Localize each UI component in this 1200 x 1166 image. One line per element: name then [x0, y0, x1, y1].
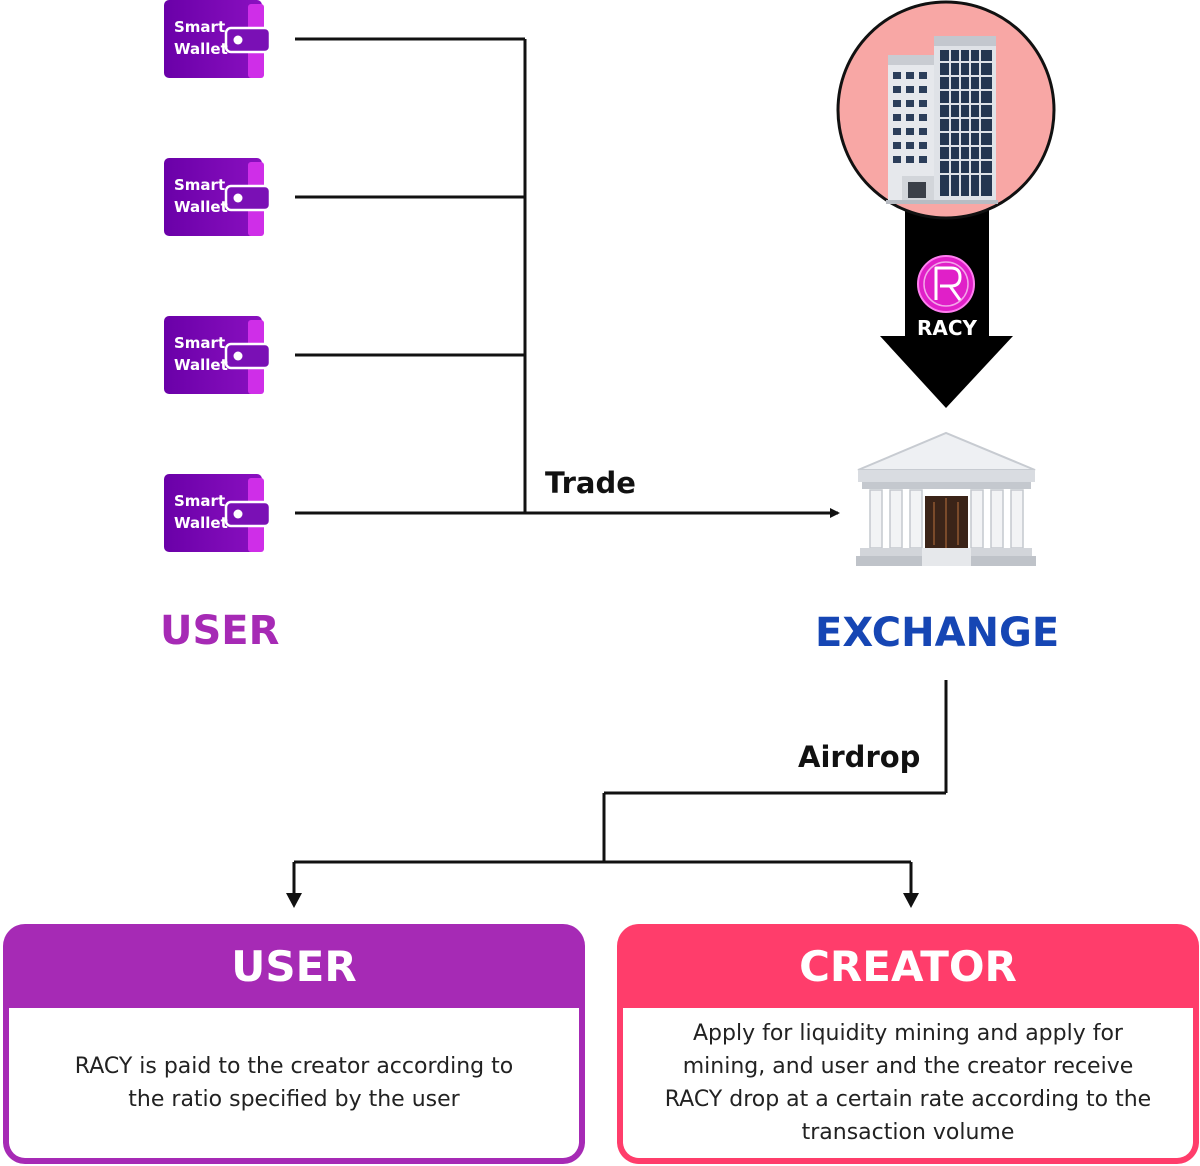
airdrop-connectors [286, 680, 948, 908]
user-card: USER RACY is paid to the creator accordi… [3, 924, 585, 1164]
wallet-2: Smart Wallet [164, 158, 272, 238]
airdrop-label: Airdrop [798, 740, 921, 774]
wallet-icon [164, 0, 272, 80]
wallet-4-line1: Smart [174, 492, 225, 510]
trade-connectors [295, 37, 840, 518]
wallet-1-line2: Wallet [174, 40, 228, 58]
user-branch-arrowhead [286, 893, 302, 908]
wallet-icon [164, 316, 272, 396]
creator-card: CREATOR Apply for liquidity mining and a… [617, 924, 1199, 1164]
airdrop-flow-diagram: Smart Wallet Smart Wallet Smart Wallet S… [0, 0, 1200, 1166]
racy-token-label: RACY [917, 316, 978, 340]
wallet-2-line1: Smart [174, 176, 225, 194]
creator-card-text: Apply for liquidity mining and apply for… [623, 1008, 1193, 1158]
wallet-4-line2: Wallet [174, 514, 228, 532]
wallet-4: Smart Wallet [164, 474, 272, 554]
creator-card-title: CREATOR [799, 941, 1017, 991]
racy-token-icon [917, 255, 975, 313]
wallet-1-line1: Smart [174, 18, 225, 36]
user-card-text: RACY is paid to the creator according to… [9, 1008, 579, 1158]
office-building-icon [836, 0, 1056, 220]
creator-branch-arrowhead [903, 893, 919, 908]
wallet-1: Smart Wallet [164, 0, 272, 80]
bank-building-icon [856, 431, 1036, 566]
exchange-side-title: EXCHANGE [815, 610, 1060, 656]
wallet-icon [164, 158, 272, 238]
user-side-title: USER [160, 608, 280, 654]
wallet-3-line1: Smart [174, 334, 225, 352]
trade-label: Trade [545, 466, 636, 500]
wallet-icon [164, 474, 272, 554]
wallet-3-line2: Wallet [174, 356, 228, 374]
wallet-2-line2: Wallet [174, 198, 228, 216]
wallet-3: Smart Wallet [164, 316, 272, 396]
user-card-title: USER [231, 941, 357, 991]
